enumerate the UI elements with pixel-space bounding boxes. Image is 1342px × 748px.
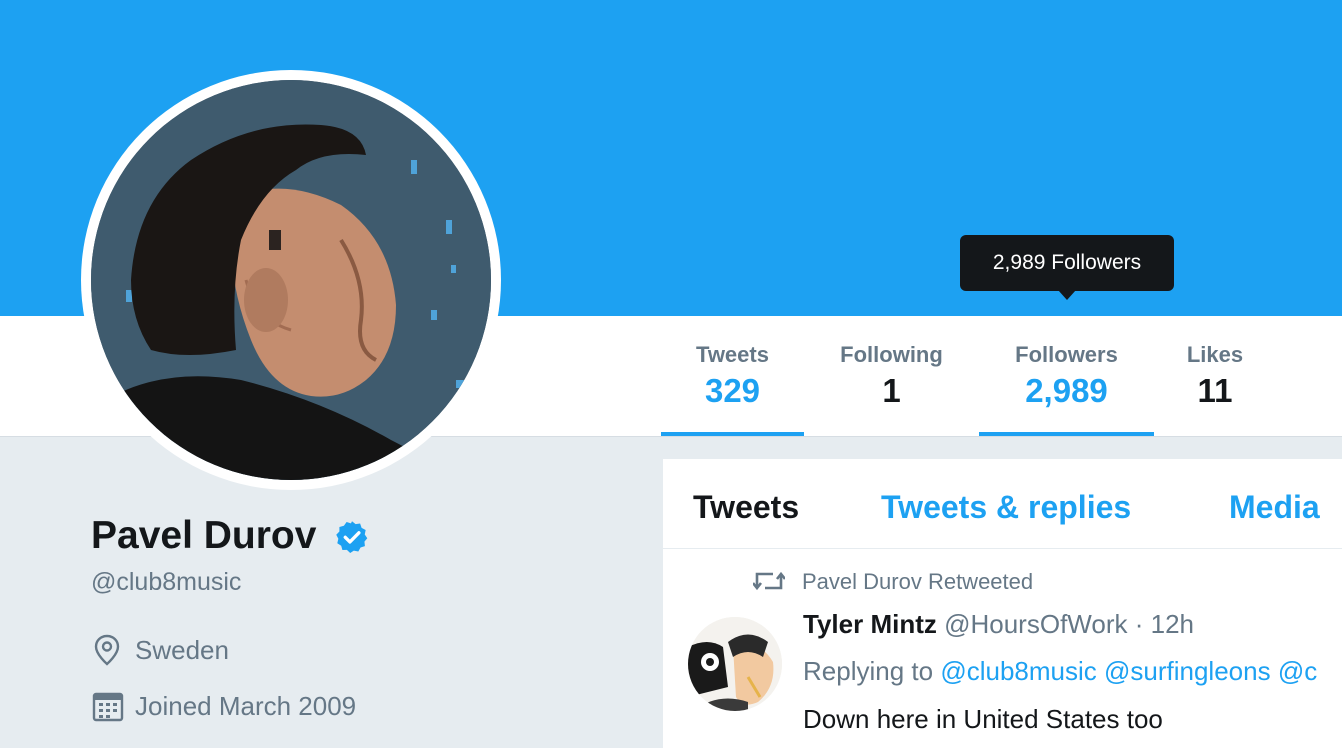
- tweet-replying-to: Replying to @club8music @surfingleons @c: [803, 656, 1317, 687]
- mention-link[interactable]: @c: [1278, 656, 1317, 686]
- stat-likes[interactable]: Likes 11: [1166, 316, 1264, 436]
- tab-tweets-and-replies[interactable]: Tweets & replies: [881, 489, 1131, 526]
- followers-tooltip: 2,989 Followers: [960, 235, 1174, 291]
- stat-tweets[interactable]: Tweets 329: [661, 316, 804, 436]
- profile-name: Pavel Durov: [91, 514, 317, 557]
- replying-to-label: Replying to: [803, 656, 934, 686]
- timeline-panel: Tweets Tweets & replies Media Pavel Duro…: [663, 459, 1342, 748]
- verified-badge-icon: [336, 521, 368, 554]
- retweet-context[interactable]: Pavel Durov Retweeted: [802, 569, 1033, 595]
- stat-followers-label: Followers: [1015, 342, 1118, 367]
- retweet-icon: [753, 571, 785, 591]
- avatar-portrait-image: [91, 80, 491, 480]
- tweet-text: Down here in United States too: [803, 704, 1163, 734]
- stat-tweets-label: Tweets: [696, 342, 769, 367]
- tab-media[interactable]: Media: [1229, 489, 1320, 526]
- profile-avatar[interactable]: [91, 80, 491, 480]
- mention-link[interactable]: @club8music: [940, 656, 1096, 686]
- stat-followers[interactable]: Followers 2,989: [979, 316, 1154, 436]
- stat-tweets-active-indicator: [661, 432, 804, 436]
- timeline-tabs: Tweets Tweets & replies Media: [663, 459, 1342, 549]
- tweet-timestamp[interactable]: 12h: [1151, 609, 1194, 639]
- stat-following-value: 1: [882, 372, 901, 409]
- followers-tooltip-arrow: [1058, 290, 1076, 300]
- stat-likes-value: 11: [1197, 372, 1233, 409]
- tweet-author-avatar-image: [688, 617, 782, 711]
- tweet-header: Tyler Mintz @HoursOfWork · 12h: [803, 609, 1194, 640]
- profile-location: Sweden: [135, 635, 229, 665]
- stat-following-label: Following: [840, 342, 943, 367]
- location-pin-icon: [94, 634, 120, 666]
- calendar-icon: [92, 692, 124, 722]
- tweet-separator: ·: [1134, 609, 1144, 639]
- tweet-author-avatar[interactable]: [688, 617, 782, 711]
- tab-tweets[interactable]: Tweets: [693, 489, 799, 526]
- profile-joined-date: Joined March 2009: [135, 691, 357, 721]
- stat-followers-hover-indicator: [979, 432, 1154, 436]
- mention-link[interactable]: @surfingleons: [1104, 656, 1271, 686]
- profile-handle: @club8music: [91, 568, 242, 596]
- stat-likes-label: Likes: [1186, 342, 1244, 367]
- stat-following[interactable]: Following 1: [820, 316, 963, 436]
- stat-tweets-value: 329: [704, 372, 761, 409]
- tweet-author-name[interactable]: Tyler Mintz: [803, 609, 937, 639]
- tweet-author-handle[interactable]: @HoursOfWork: [944, 609, 1127, 639]
- stat-followers-value: 2,989: [1025, 372, 1108, 409]
